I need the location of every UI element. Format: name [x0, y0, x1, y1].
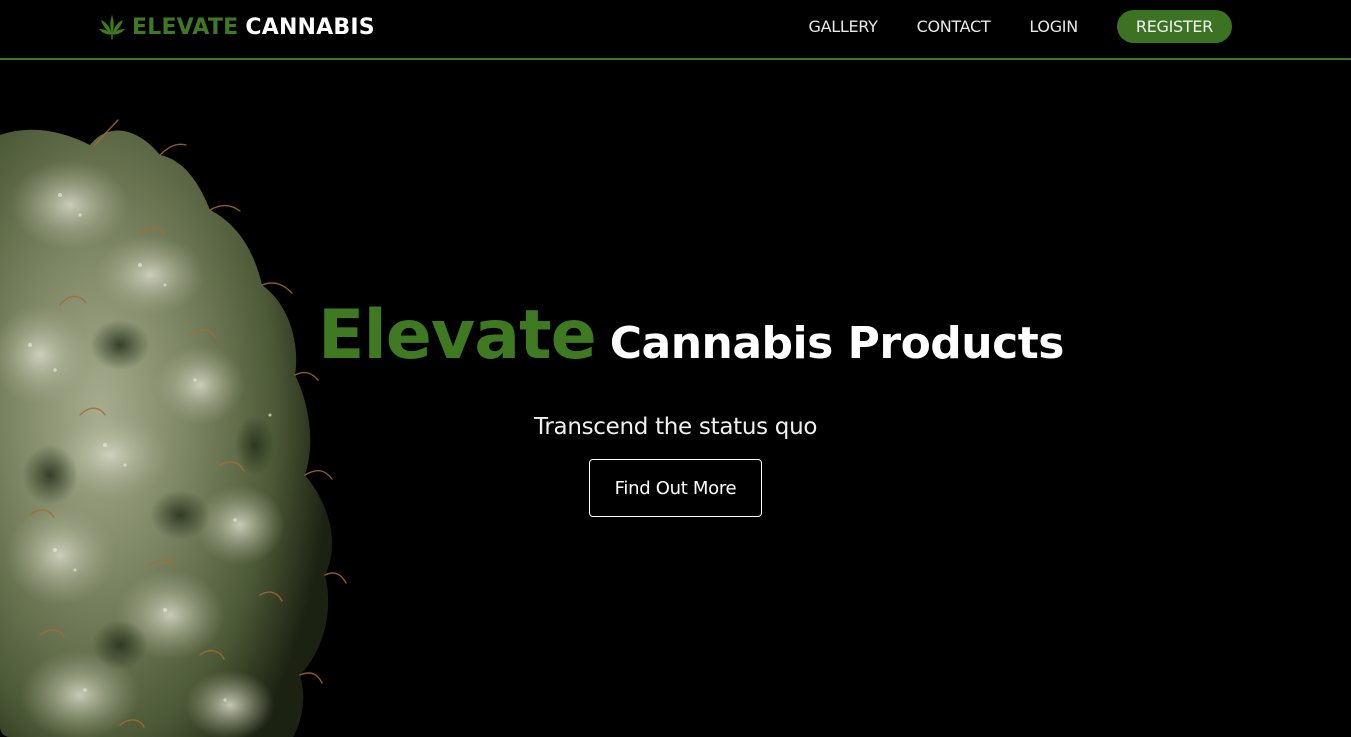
find-out-more-button[interactable]: Find Out More	[589, 459, 762, 517]
nav-gallery-link[interactable]: GALLERY	[809, 17, 878, 36]
nav-contact-link[interactable]: CONTACT	[917, 17, 991, 36]
cannabis-leaf-icon	[99, 15, 125, 40]
main-nav: GALLERY CONTACT LOGIN REGISTER	[770, 10, 1232, 43]
hero-subtitle: Transcend the status quo	[534, 414, 818, 440]
nav-register-button[interactable]: REGISTER	[1116, 10, 1232, 43]
brand-name-cannabis: CANNABIS	[245, 14, 375, 40]
cannabis-bud-photo	[0, 119, 347, 737]
hero-title: Elevate Cannabis Products	[318, 296, 1064, 375]
browser-viewport: ELEVATE CANNABIS GALLERY CONTACT LOGIN R…	[0, 0, 1351, 737]
hero-title-rest: Cannabis Products	[609, 318, 1065, 369]
hero-title-accent: Elevate	[318, 296, 597, 375]
nav-login-link[interactable]: LOGIN	[1029, 17, 1078, 36]
top-navbar: ELEVATE CANNABIS GALLERY CONTACT LOGIN R…	[0, 0, 1351, 60]
hero-section: Elevate Cannabis Products Transcend the …	[0, 60, 1351, 737]
brand-logo-link[interactable]: ELEVATE CANNABIS	[98, 12, 375, 42]
brand-name-elevate: ELEVATE	[132, 14, 239, 40]
